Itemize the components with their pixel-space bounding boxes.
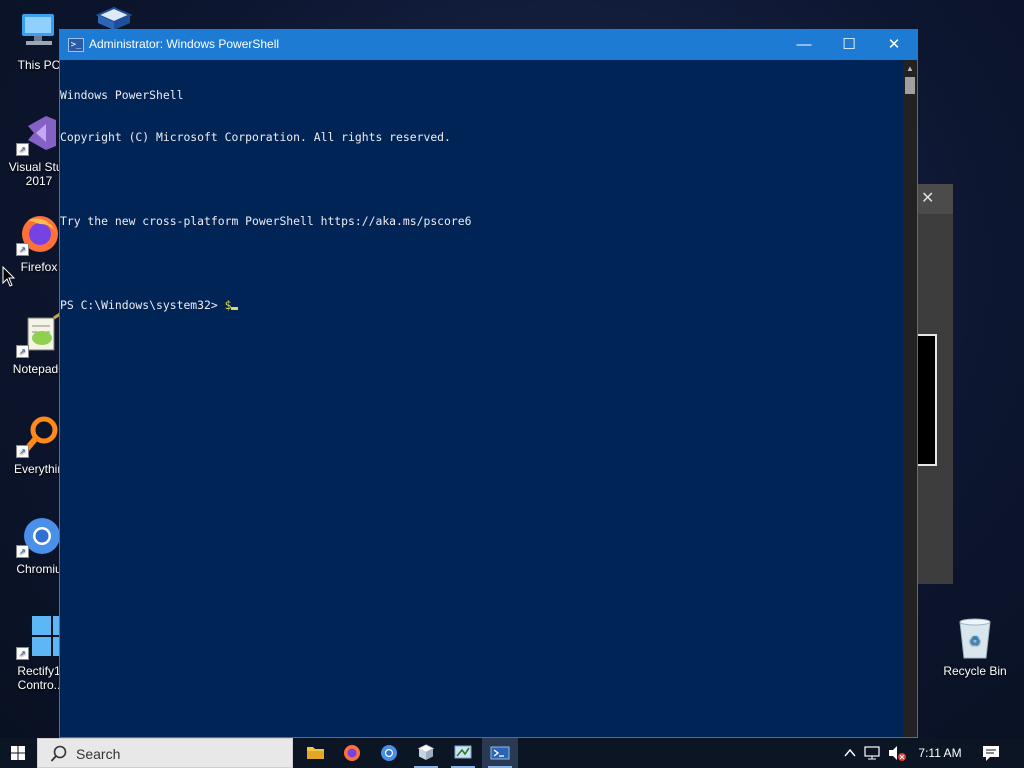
taskbar: Search 7:11 AM: [0, 738, 1024, 768]
clock-time: 7:11 AM: [918, 746, 962, 760]
minimize-icon: —: [796, 36, 812, 53]
shortcut-arrow-icon: ↗: [16, 143, 29, 156]
scrollbar-thumb[interactable]: [905, 77, 915, 94]
maximize-button[interactable]: ☐: [826, 30, 872, 60]
action-center-button[interactable]: [978, 738, 1004, 768]
typed-text: $: [224, 298, 232, 312]
shortcut-arrow-icon: ↗: [16, 243, 29, 256]
chromium-icon: [381, 745, 397, 761]
text-cursor: [231, 307, 239, 310]
firefox-icon: ↗: [16, 210, 62, 256]
taskbar-firefox[interactable]: [334, 738, 370, 768]
taskbar-virtualbox[interactable]: [408, 738, 444, 768]
windows-logo-icon: ↗: [16, 614, 72, 660]
prompt: PS C:\Windows\system32>: [60, 298, 225, 312]
console-line: Copyright (C) Microsoft Corporation. All…: [60, 130, 451, 144]
windows-start-icon: [11, 746, 25, 760]
scroll-up-icon[interactable]: ▲: [903, 60, 917, 77]
shortcut-arrow-icon: ↗: [16, 545, 29, 558]
start-button[interactable]: [0, 738, 36, 768]
shortcut-arrow-icon: ↗: [16, 345, 29, 358]
minimize-button[interactable]: —: [781, 30, 827, 60]
vertical-scrollbar[interactable]: ▲: [903, 60, 917, 737]
svg-text:♻: ♻: [969, 634, 981, 649]
close-icon[interactable]: ✕: [917, 184, 953, 214]
desktop-icon-recycle-bin[interactable]: ♻ Recycle Bin: [938, 614, 1012, 678]
everything-search-icon: ↗: [16, 412, 62, 458]
close-button[interactable]: ✕: [871, 30, 917, 60]
console-line: Try the new cross-platform PowerShell ht…: [60, 214, 472, 228]
desktop-icon-label: Recycle Bin: [943, 664, 1007, 678]
console-output[interactable]: Windows PowerShell Copyright (C) Microso…: [60, 60, 903, 737]
mouse-cursor-icon: [2, 265, 16, 293]
volume-muted-icon: [889, 746, 906, 761]
close-icon: ✕: [887, 36, 901, 53]
taskbar-powershell[interactable]: [482, 738, 518, 768]
volume-status[interactable]: [886, 738, 908, 768]
prompt-line[interactable]: PS C:\Windows\system32> $: [60, 298, 903, 312]
shortcut-arrow-icon: ↗: [16, 445, 29, 458]
search-icon: [50, 745, 67, 762]
taskbar-file-explorer[interactable]: [297, 738, 333, 768]
background-window-panel: [917, 334, 937, 466]
clock[interactable]: 7:11 AM: [914, 738, 966, 768]
notepad-plus-plus-icon: ↗: [16, 312, 62, 358]
chevron-up-icon: [844, 748, 856, 757]
visual-studio-icon: ↗: [16, 110, 62, 156]
powershell-icon: >_: [68, 38, 84, 52]
virtualbox-icon: [417, 744, 435, 760]
shortcut-arrow-icon: ↗: [16, 647, 29, 660]
network-icon: [864, 746, 880, 760]
background-window[interactable]: ✕: [917, 184, 953, 584]
chromium-icon: ↗: [16, 512, 62, 558]
powershell-window[interactable]: >_ Administrator: Windows PowerShell — ☐…: [59, 29, 918, 738]
title-bar[interactable]: >_ Administrator: Windows PowerShell — ☐…: [60, 30, 917, 60]
taskbar-search-box[interactable]: Search: [37, 738, 293, 768]
recycle-bin-icon: ♻: [952, 614, 998, 660]
show-hidden-icons-button[interactable]: [840, 738, 860, 768]
window-title: Administrator: Windows PowerShell: [89, 37, 280, 51]
firefox-icon: [344, 745, 360, 761]
search-placeholder: Search: [76, 746, 121, 762]
computer-icon: [16, 8, 62, 54]
maximize-icon: ☐: [842, 36, 856, 53]
powershell-icon: [490, 746, 510, 760]
taskbar-chromium[interactable]: [371, 738, 407, 768]
console-line: Windows PowerShell: [60, 88, 184, 102]
folder-icon: [307, 747, 324, 759]
network-status[interactable]: [862, 738, 884, 768]
virtualbox-desktop-icon[interactable]: [94, 6, 134, 30]
control-panel-icon: [454, 745, 472, 759]
notification-icon: [983, 746, 999, 761]
taskbar-rectify[interactable]: [445, 738, 481, 768]
